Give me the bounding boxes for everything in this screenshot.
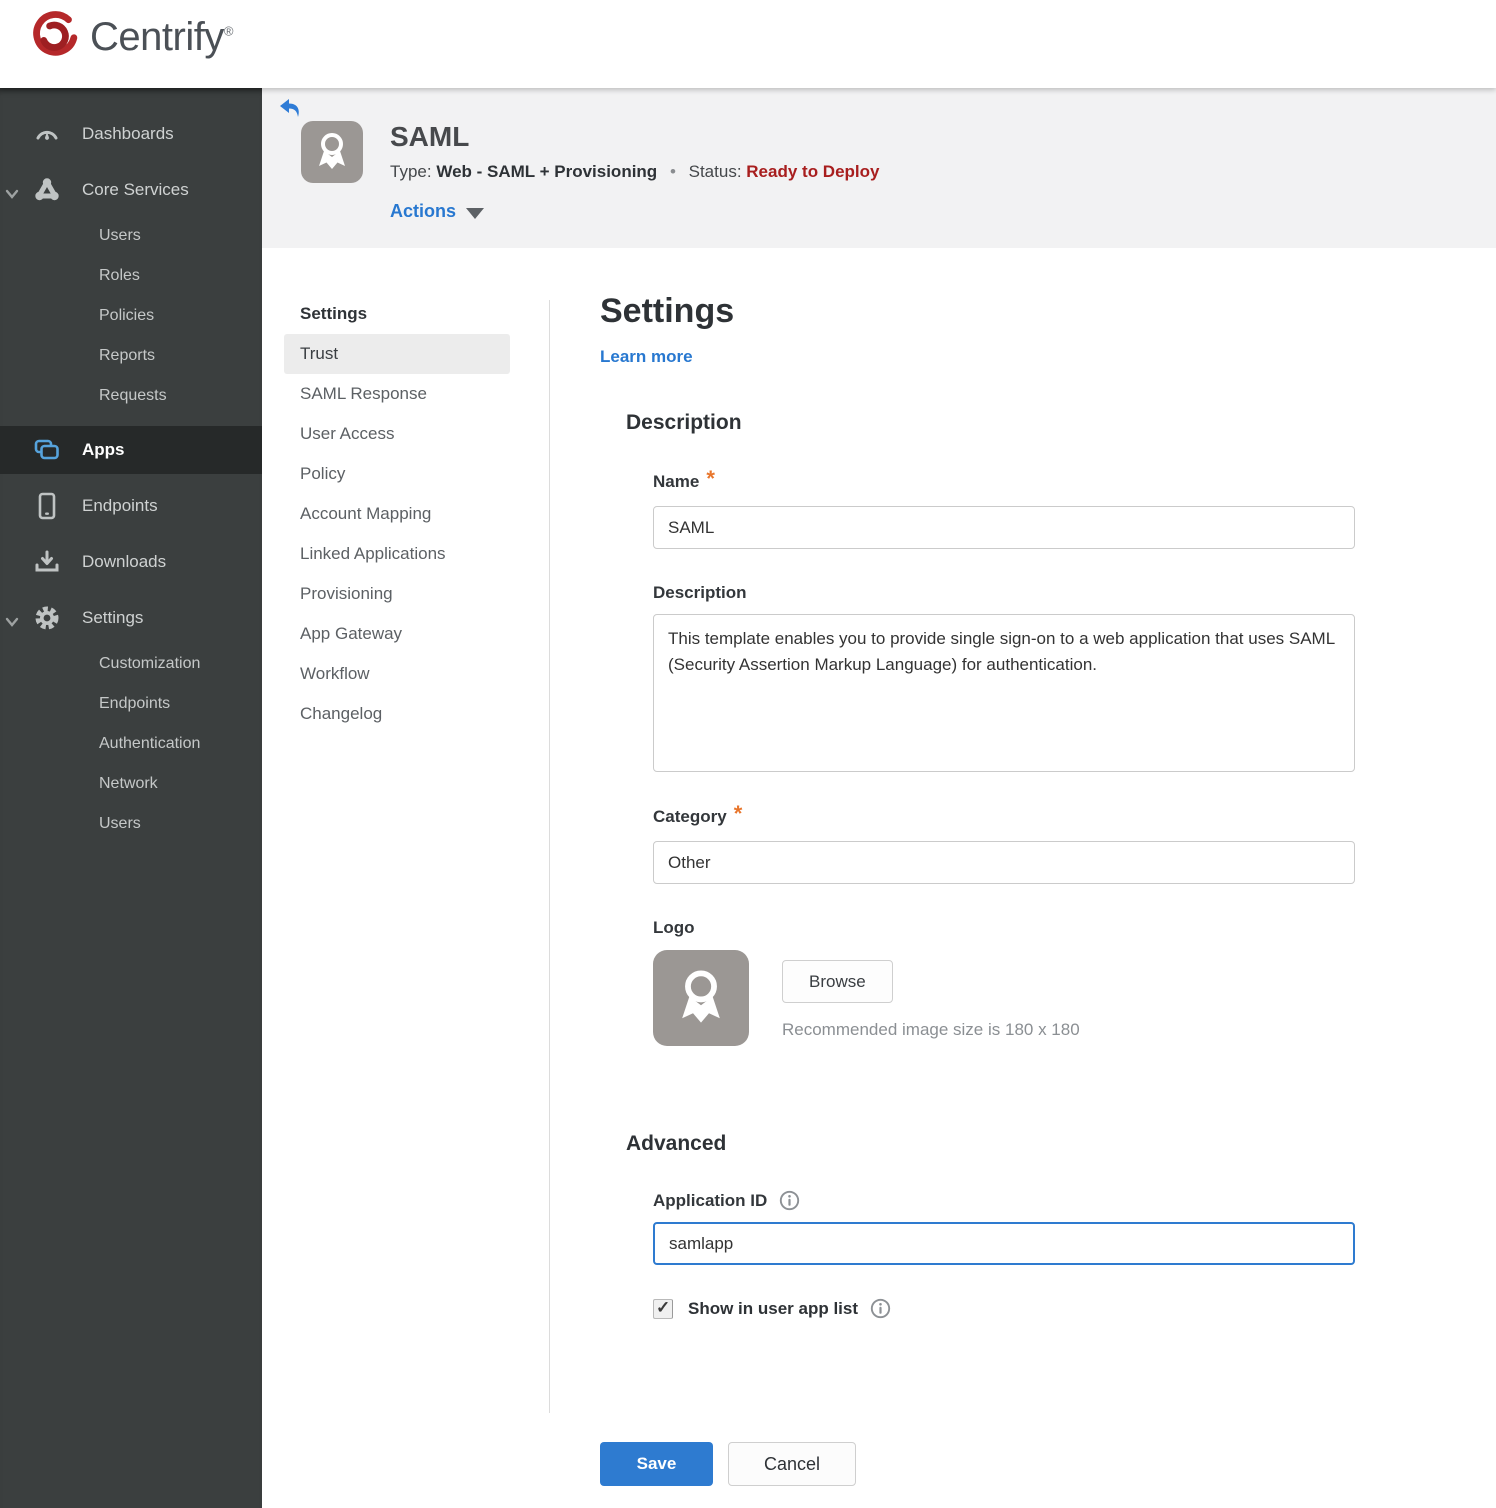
sidebar-item-label: Apps xyxy=(82,440,125,459)
logo-preview xyxy=(653,950,749,1046)
category-label: Category * xyxy=(653,801,743,826)
sidebar-item-endpoints[interactable]: Endpoints xyxy=(0,482,262,530)
sidebar-item-reports[interactable]: Reports xyxy=(0,336,262,376)
sidebar-item-core-services[interactable]: Core Services xyxy=(0,166,262,214)
sidebar-item-endpoints-settings[interactable]: Endpoints xyxy=(0,684,262,724)
sidebar-item-label: Settings xyxy=(82,608,144,627)
app-header: SAML Type: Web - SAML + Provisioning • S… xyxy=(262,88,1496,248)
subnav-item-saml-response[interactable]: SAML Response xyxy=(284,374,510,414)
required-marker: * xyxy=(706,466,715,491)
type-label: Type: xyxy=(390,162,432,181)
centrify-logo-icon xyxy=(28,8,82,67)
subnav-item-linked-applications[interactable]: Linked Applications xyxy=(284,534,510,574)
core-services-sublist: Users Roles Policies Reports Requests xyxy=(0,214,262,426)
cluster-icon xyxy=(33,176,61,204)
chevron-down-icon[interactable] xyxy=(5,184,19,204)
sidebar-item-network[interactable]: Network xyxy=(0,764,262,804)
settings-page: Settings Learn more Description Name * D… xyxy=(600,292,1360,1319)
subnav-header: Settings xyxy=(300,304,368,323)
phone-icon xyxy=(33,492,61,520)
sidebar-item-downloads[interactable]: Downloads xyxy=(0,538,262,586)
app-meta: Type: Web - SAML + Provisioning • Status… xyxy=(390,162,879,182)
top-bar: Centrify® xyxy=(0,0,1496,88)
sidebar-item-roles[interactable]: Roles xyxy=(0,256,262,296)
learn-more-link[interactable]: Learn more xyxy=(600,347,693,367)
info-icon[interactable] xyxy=(779,1190,800,1211)
subnav-item-workflow[interactable]: Workflow xyxy=(284,654,510,694)
sidebar-item-dashboards[interactable]: Dashboards xyxy=(0,110,262,158)
sidebar-item-policies[interactable]: Policies xyxy=(0,296,262,336)
description-section: Description Name * Description This temp… xyxy=(626,411,1360,1046)
sidebar-item-users[interactable]: Users xyxy=(0,216,262,256)
type-value: Web - SAML + Provisioning xyxy=(436,162,658,181)
sidebar-item-label: Downloads xyxy=(82,552,167,571)
sidebar-item-authentication[interactable]: Authentication xyxy=(0,724,262,764)
show-in-user-app-list-label: Show in user app list xyxy=(688,1298,859,1318)
sidebar-item-label: Endpoints xyxy=(82,496,158,515)
subnav-item-trust[interactable]: Trust xyxy=(284,334,510,374)
subnav-item-provisioning[interactable]: Provisioning xyxy=(284,574,510,614)
subnav-item-policy[interactable]: Policy xyxy=(284,454,510,494)
dropdown-arrow-icon xyxy=(466,207,485,219)
application-id-label: Application ID xyxy=(653,1190,1360,1211)
gear-icon xyxy=(33,604,61,632)
separator: • xyxy=(669,162,676,181)
sidebar-item-label: Dashboards xyxy=(82,124,174,143)
gauge-icon xyxy=(33,120,61,148)
info-icon[interactable] xyxy=(870,1298,891,1319)
advanced-section-heading: Advanced xyxy=(626,1132,727,1155)
brand-name: Centrify® xyxy=(90,15,234,59)
form-footer: Save Cancel xyxy=(600,1442,856,1486)
chevron-down-icon[interactable] xyxy=(5,612,19,632)
download-icon xyxy=(33,548,61,576)
sidebar-item-settings[interactable]: Settings xyxy=(0,594,262,642)
app-logo xyxy=(301,121,363,183)
description-label: Description xyxy=(653,583,747,602)
save-button[interactable]: Save xyxy=(600,1442,713,1486)
name-field[interactable] xyxy=(653,506,1355,549)
show-in-user-app-list-checkbox[interactable] xyxy=(653,1298,673,1319)
settings-sublist: Customization Endpoints Authentication N… xyxy=(0,642,262,854)
sidebar: Dashboards Core Services Users Roles Pol… xyxy=(0,88,262,1508)
status-badge: Ready to Deploy xyxy=(746,162,880,181)
name-label: Name * xyxy=(653,466,715,491)
app-subnav: Settings Trust SAML Response User Access… xyxy=(284,294,510,734)
category-field[interactable] xyxy=(653,841,1355,884)
logo-hint: Recommended image size is 180 x 180 xyxy=(782,1020,1080,1039)
status-label: Status: xyxy=(688,162,742,181)
cancel-button[interactable]: Cancel xyxy=(728,1442,856,1486)
sidebar-item-requests[interactable]: Requests xyxy=(0,376,262,416)
subnav-item-app-gateway[interactable]: App Gateway xyxy=(284,614,510,654)
divider xyxy=(549,300,550,1413)
back-arrow-icon[interactable] xyxy=(277,96,303,122)
browse-button[interactable]: Browse xyxy=(782,960,893,1003)
subnav-item-changelog[interactable]: Changelog xyxy=(284,694,510,734)
sidebar-item-apps[interactable]: Apps xyxy=(0,426,262,474)
app-title: SAML xyxy=(390,121,470,152)
award-icon xyxy=(319,133,345,169)
sidebar-item-customization[interactable]: Customization xyxy=(0,644,262,684)
award-icon xyxy=(682,970,720,1023)
sidebar-item-label: Core Services xyxy=(82,180,189,199)
required-marker: * xyxy=(733,801,743,826)
advanced-section: Advanced Application ID Show in user app… xyxy=(626,1132,1360,1319)
subnav-item-account-mapping[interactable]: Account Mapping xyxy=(284,494,510,534)
sidebar-item-users-settings[interactable]: Users xyxy=(0,804,262,844)
description-section-heading: Description xyxy=(626,411,742,434)
subnav-item-user-access[interactable]: User Access xyxy=(284,414,510,454)
actions-button[interactable]: Actions xyxy=(390,201,485,222)
trademark: ® xyxy=(223,23,234,39)
apps-icon xyxy=(33,436,61,464)
description-field[interactable]: This template enables you to provide sin… xyxy=(653,614,1355,772)
page-title: Settings xyxy=(600,292,735,330)
application-id-field[interactable] xyxy=(653,1222,1355,1265)
centrify-brand: Centrify® xyxy=(28,8,233,67)
logo-label: Logo xyxy=(653,918,695,937)
